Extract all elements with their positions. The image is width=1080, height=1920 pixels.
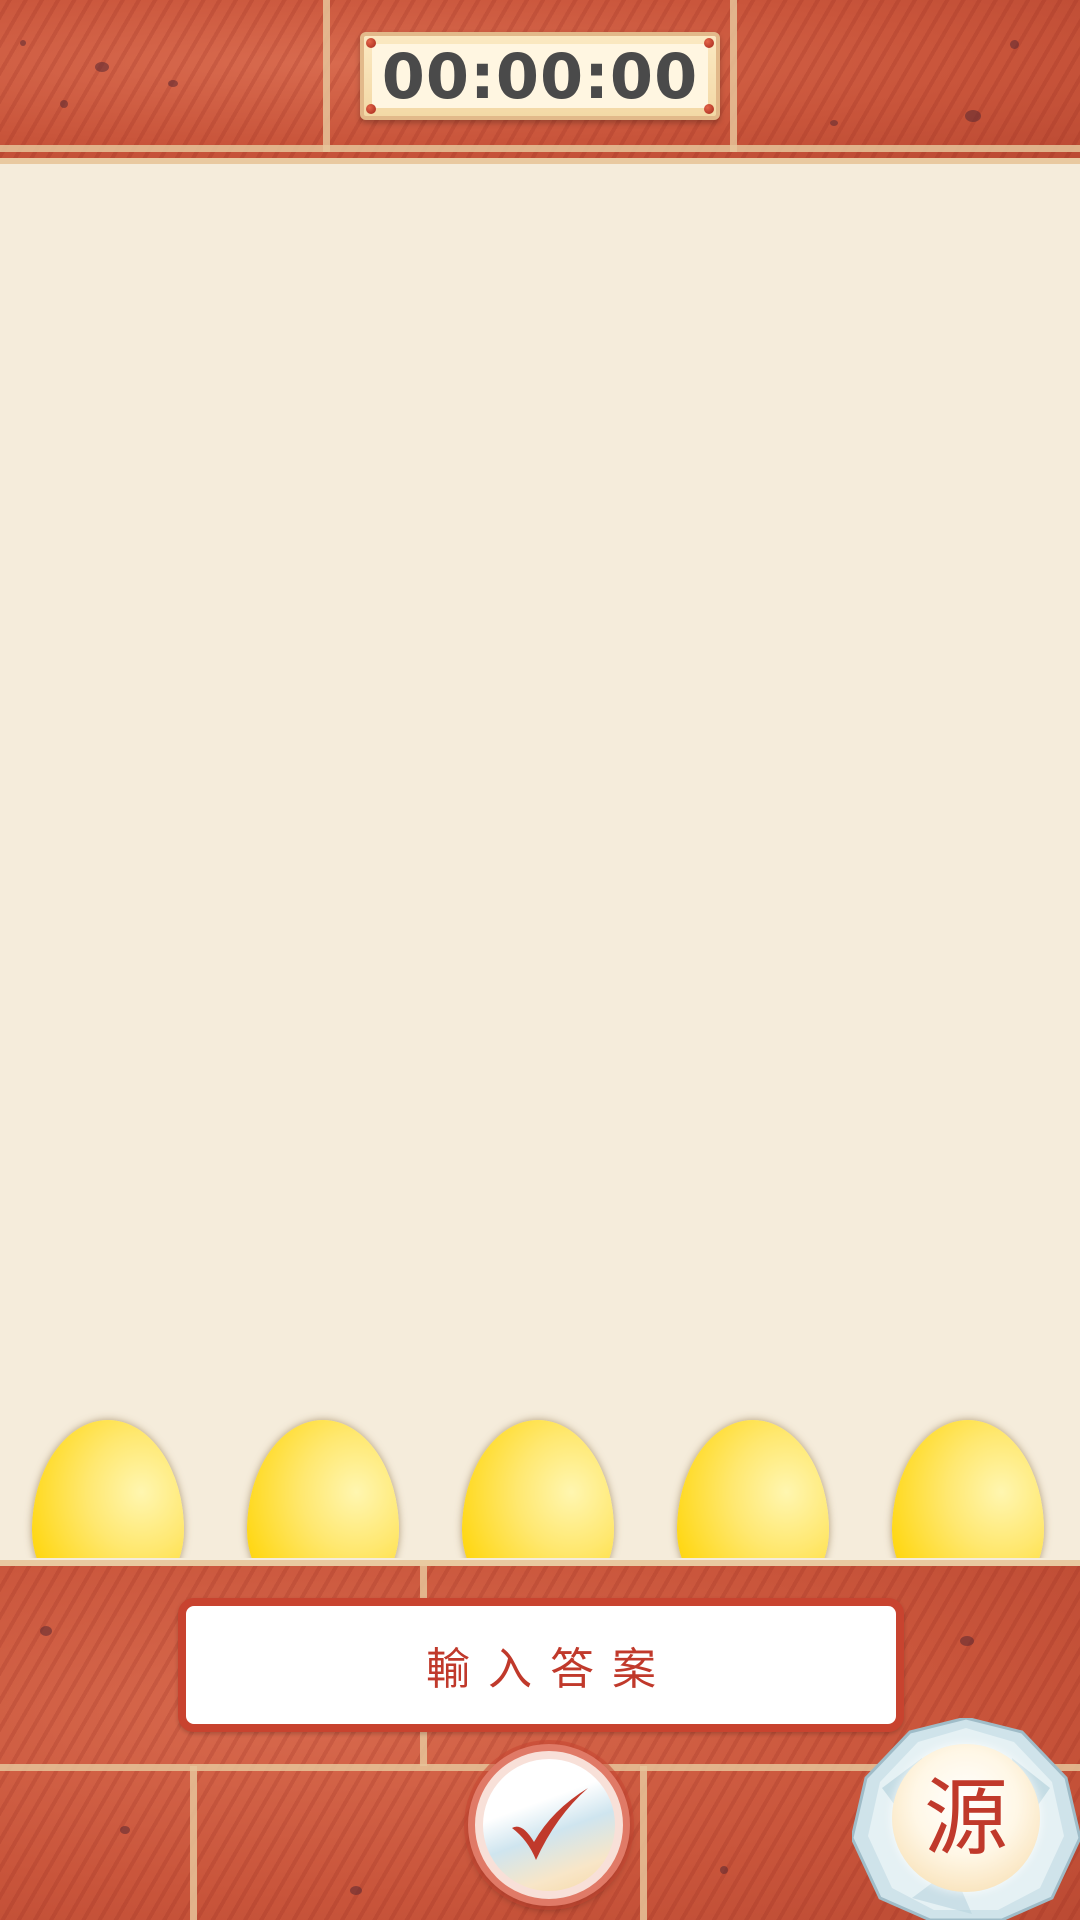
source-button-label: 源: [923, 1769, 1008, 1867]
game-screen: 00:00:00 輸入答案 源: [0, 0, 1080, 1920]
timer-plaque: 00:00:00: [360, 32, 720, 120]
source-button[interactable]: 源: [852, 1718, 1080, 1920]
answer-input[interactable]: 輸入答案: [178, 1598, 904, 1732]
answer-input-placeholder: 輸入答案: [426, 1644, 674, 1695]
source-button-face: 源: [892, 1744, 1040, 1892]
timer-display: 00:00:00: [381, 39, 699, 113]
submit-button[interactable]: [468, 1744, 630, 1906]
submit-button-face: [483, 1759, 615, 1891]
checkmark-icon: [512, 1788, 588, 1860]
